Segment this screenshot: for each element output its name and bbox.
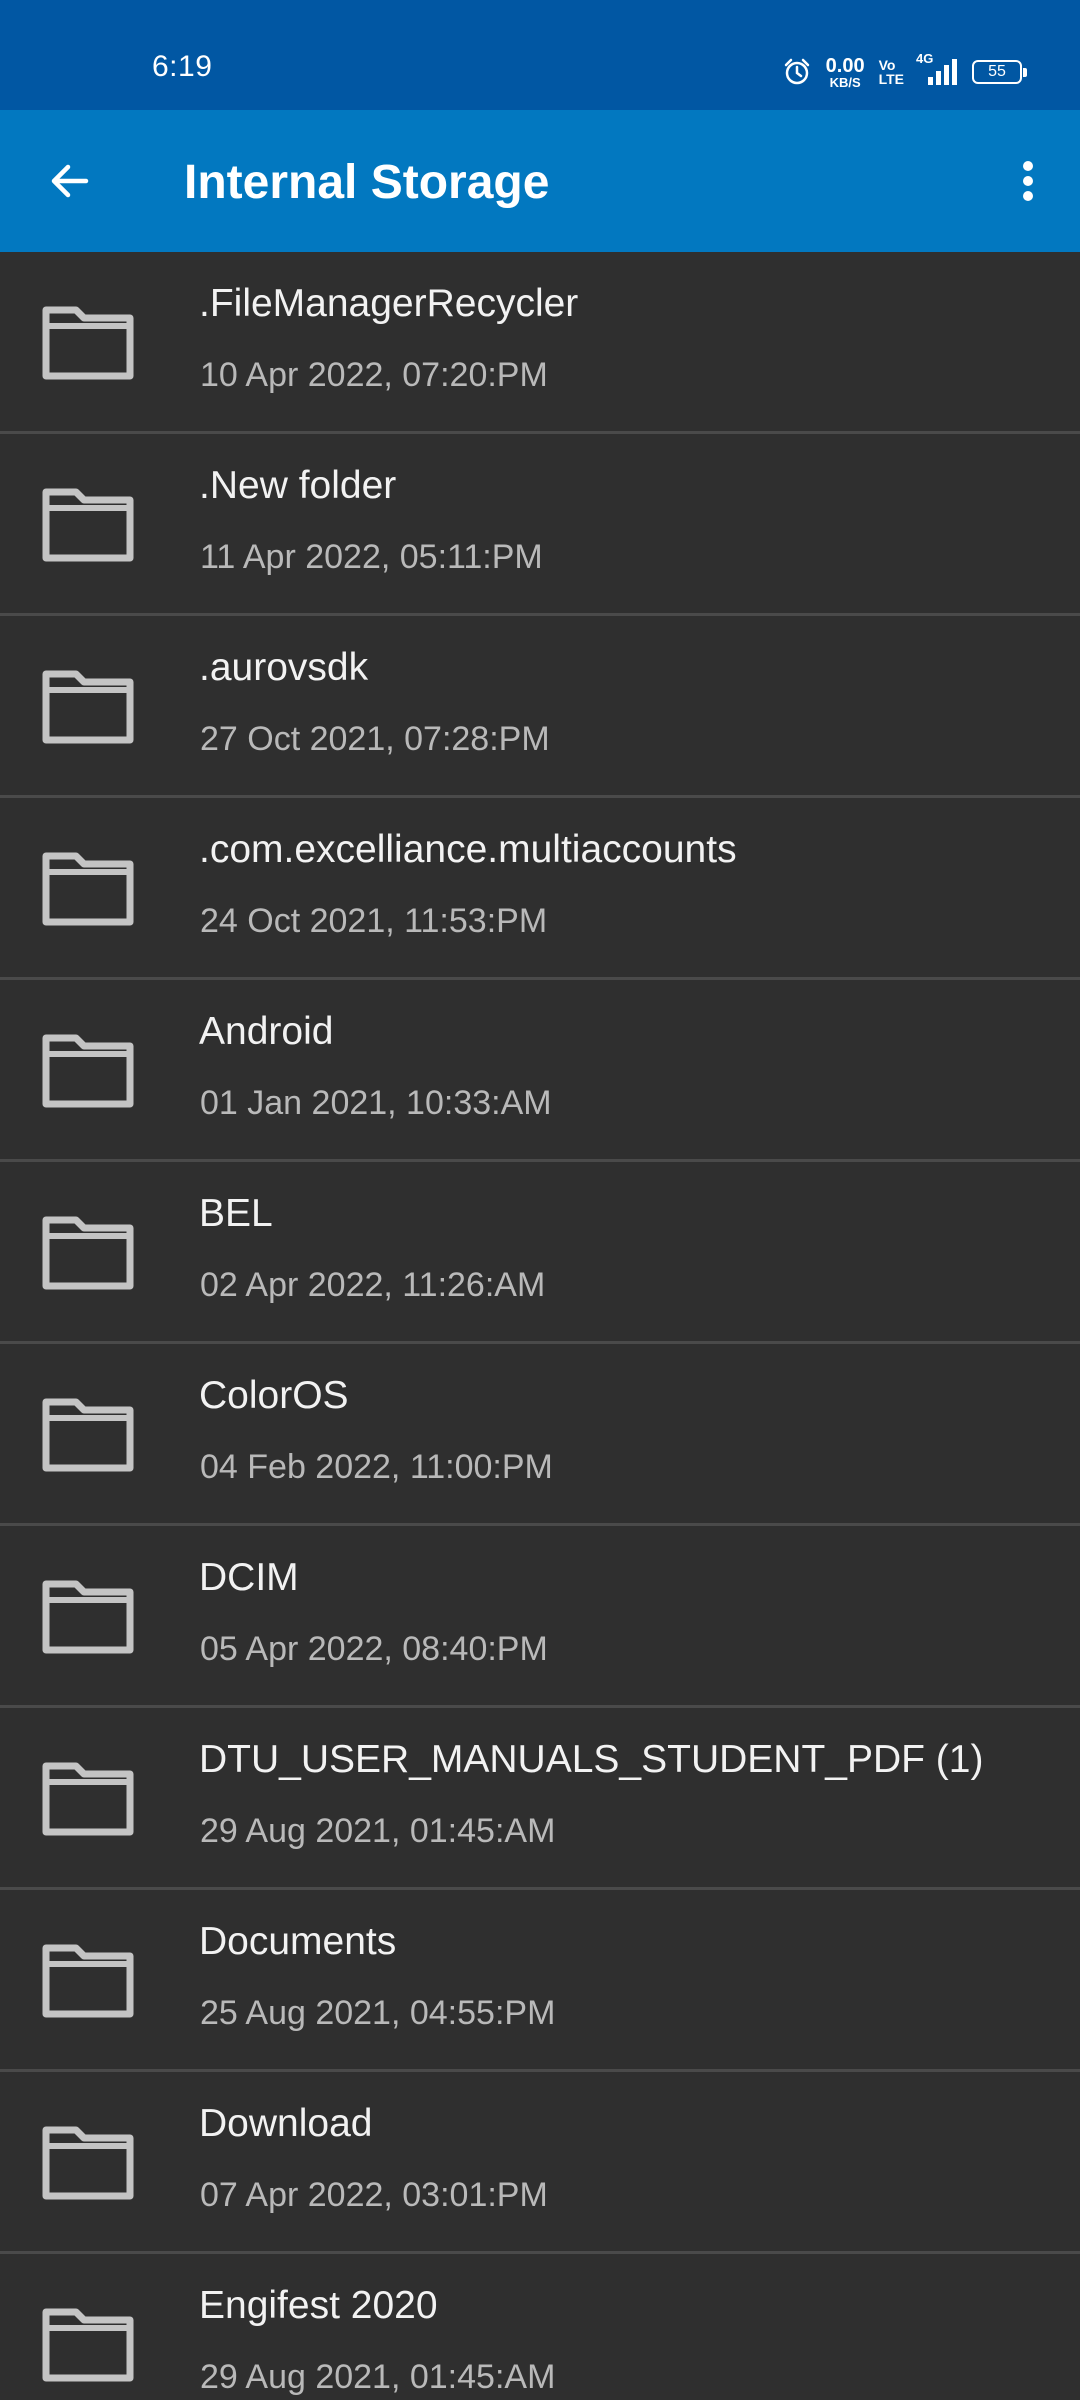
- status-bar: 6:19 0.00 KB/S Vo LTE 4G 55: [0, 0, 1080, 110]
- file-name: Android: [199, 1010, 334, 1053]
- volte-indicator: Vo LTE: [879, 58, 904, 86]
- folder-icon: [42, 1216, 134, 1290]
- list-item[interactable]: Engifest 2020 29 Aug 2021, 01:45:AM: [0, 2254, 1080, 2400]
- list-item[interactable]: .FileManagerRecycler 10 Apr 2022, 07:20:…: [0, 252, 1080, 434]
- more-options-button[interactable]: [998, 151, 1058, 211]
- net-speed: 0.00 KB/S: [826, 56, 865, 89]
- file-name: Engifest 2020: [199, 2284, 438, 2327]
- volte-top: Vo: [878, 57, 896, 73]
- list-item[interactable]: DCIM 05 Apr 2022, 08:40:PM: [0, 1526, 1080, 1708]
- file-date: 01 Jan 2021, 10:33:AM: [200, 1084, 552, 1122]
- page-title: Internal Storage: [184, 156, 550, 209]
- more-vertical-icon: [1023, 161, 1033, 201]
- list-item[interactable]: DTU_USER_MANUALS_STUDENT_PDF (1) 29 Aug …: [0, 1708, 1080, 1890]
- folder-icon: [42, 2126, 134, 2200]
- status-time: 6:19: [152, 50, 213, 83]
- folder-icon: [42, 670, 134, 744]
- file-date: 10 Apr 2022, 07:20:PM: [200, 356, 548, 394]
- file-date: 24 Oct 2021, 11:53:PM: [200, 902, 548, 940]
- file-name: DTU_USER_MANUALS_STUDENT_PDF (1): [199, 1738, 984, 1781]
- file-name: Download: [199, 2102, 373, 2145]
- file-date: 02 Apr 2022, 11:26:AM: [200, 1266, 546, 1304]
- status-icons: 0.00 KB/S Vo LTE 4G 55: [782, 51, 1027, 90]
- file-name: .New folder: [199, 464, 397, 507]
- file-list: .FileManagerRecycler 10 Apr 2022, 07:20:…: [0, 252, 1080, 2400]
- folder-icon: [42, 1762, 134, 1836]
- list-item[interactable]: Documents 25 Aug 2021, 04:55:PM: [0, 1890, 1080, 2072]
- list-item[interactable]: .New folder 11 Apr 2022, 05:11:PM: [0, 434, 1080, 616]
- file-name: DCIM: [199, 1556, 299, 1599]
- folder-icon: [42, 1398, 134, 1472]
- file-name: .com.excelliance.multiaccounts: [199, 828, 737, 871]
- file-name: ColorOS: [199, 1374, 349, 1417]
- file-date: 05 Apr 2022, 08:40:PM: [200, 1630, 548, 1668]
- arrow-left-icon: [51, 164, 89, 198]
- volte-bottom: LTE: [878, 71, 904, 87]
- battery-icon: 55: [972, 60, 1027, 84]
- list-item[interactable]: .com.excelliance.multiaccounts 24 Oct 20…: [0, 798, 1080, 980]
- folder-icon: [42, 2308, 134, 2382]
- net-speed-unit: KB/S: [829, 74, 861, 90]
- battery-level: 55: [988, 63, 1006, 80]
- file-date: 29 Aug 2021, 01:45:AM: [200, 1812, 556, 1850]
- file-date: 07 Apr 2022, 03:01:PM: [200, 2176, 548, 2214]
- folder-icon: [42, 488, 134, 562]
- file-name: Documents: [199, 1920, 397, 1963]
- signal-icon: 4G: [916, 51, 958, 87]
- back-button[interactable]: [40, 151, 100, 211]
- folder-icon: [42, 1580, 134, 1654]
- folder-icon: [42, 852, 134, 926]
- app-bar: Internal Storage: [0, 110, 1080, 252]
- file-date: 27 Oct 2021, 07:28:PM: [200, 720, 550, 758]
- alarm-icon: [782, 57, 812, 87]
- file-date: 11 Apr 2022, 05:11:PM: [200, 538, 543, 576]
- list-item[interactable]: Download 07 Apr 2022, 03:01:PM: [0, 2072, 1080, 2254]
- file-date: 04 Feb 2022, 11:00:PM: [200, 1448, 553, 1486]
- file-date: 29 Aug 2021, 01:45:AM: [200, 2358, 556, 2396]
- net-speed-value: 0.00: [825, 54, 865, 77]
- list-item[interactable]: Android 01 Jan 2021, 10:33:AM: [0, 980, 1080, 1162]
- network-type: 4G: [916, 51, 934, 66]
- folder-icon: [42, 1034, 134, 1108]
- list-item[interactable]: BEL 02 Apr 2022, 11:26:AM: [0, 1162, 1080, 1344]
- file-name: BEL: [199, 1192, 273, 1235]
- list-item[interactable]: .aurovsdk 27 Oct 2021, 07:28:PM: [0, 616, 1080, 798]
- folder-icon: [42, 1944, 134, 2018]
- folder-icon: [42, 306, 134, 380]
- file-name: .FileManagerRecycler: [199, 282, 579, 325]
- file-name: .aurovsdk: [199, 646, 369, 689]
- file-date: 25 Aug 2021, 04:55:PM: [200, 1994, 556, 2032]
- list-item[interactable]: ColorOS 04 Feb 2022, 11:00:PM: [0, 1344, 1080, 1526]
